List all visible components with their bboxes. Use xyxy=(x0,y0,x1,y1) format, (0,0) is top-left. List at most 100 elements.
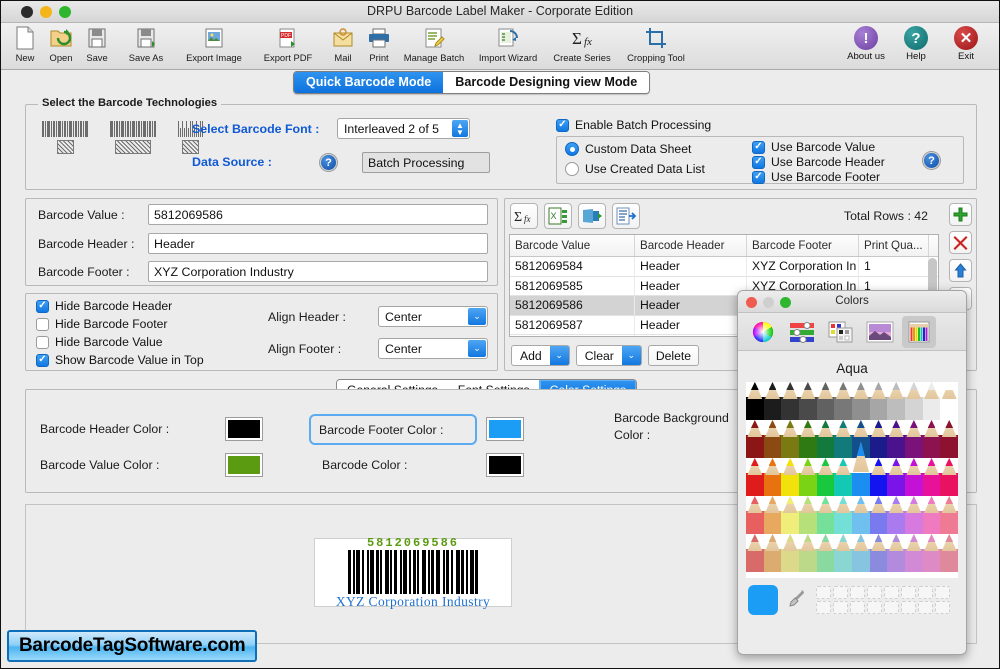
crayon-swatch[interactable] xyxy=(746,496,764,534)
hide-barcode-value-row[interactable]: Hide Barcode Value xyxy=(36,335,163,349)
align-header-select[interactable]: Center ⌄ xyxy=(378,306,488,327)
crayon-swatch[interactable] xyxy=(887,496,906,534)
chevron-down-icon[interactable]: ⌄ xyxy=(468,340,486,357)
crayon-swatch[interactable] xyxy=(905,382,923,420)
crayon-swatch[interactable] xyxy=(834,382,853,420)
crayon-swatch[interactable] xyxy=(922,420,941,458)
crayon-swatch[interactable] xyxy=(905,534,923,572)
toolbar-export-image-button[interactable]: Export Image xyxy=(177,23,251,69)
enable-batch-processing-checkbox[interactable] xyxy=(556,118,569,132)
exit-button[interactable]: ✕ Exit xyxy=(941,23,991,62)
toolbar-new-button[interactable]: New xyxy=(7,23,43,69)
crayon-swatch[interactable] xyxy=(781,382,800,420)
crayon-swatch[interactable] xyxy=(852,382,870,420)
toolbar-print-button[interactable]: Print xyxy=(361,23,397,69)
saved-swatch[interactable] xyxy=(918,601,933,614)
hide-barcode-header-checkbox[interactable] xyxy=(36,299,49,313)
crayon-swatch[interactable] xyxy=(781,496,800,534)
crayon-swatch[interactable] xyxy=(869,420,888,458)
crayon-swatch[interactable] xyxy=(816,534,835,572)
enable-batch-processing-row[interactable]: Enable Batch Processing xyxy=(556,118,711,132)
import-excel-button[interactable]: X xyxy=(544,203,572,229)
use-barcode-header-row[interactable]: Use Barcode Header xyxy=(752,155,885,169)
crayon-swatch[interactable] xyxy=(816,458,835,496)
toolbar-manage-batch-button[interactable]: Manage Batch xyxy=(397,23,471,69)
toolbar-cropping-tool-button[interactable]: Cropping Tool xyxy=(619,23,693,69)
chevron-down-icon[interactable]: ⌄ xyxy=(468,308,486,325)
toolbar-open-button[interactable]: Open xyxy=(43,23,79,69)
help-button[interactable]: ? Help xyxy=(891,23,941,62)
toolbar-mail-button[interactable]: Mail xyxy=(325,23,361,69)
custom-data-sheet-row[interactable]: Custom Data Sheet xyxy=(565,142,691,156)
barcode-label-card[interactable]: 5812069586 XYZ Corporation Industry xyxy=(314,536,512,609)
use-created-data-list-row[interactable]: Use Created Data List xyxy=(565,162,705,176)
use-barcode-footer-checkbox[interactable] xyxy=(752,170,765,184)
saved-swatch[interactable] xyxy=(833,601,848,614)
crayon-swatch[interactable] xyxy=(940,496,958,534)
show-barcode-value-in-top-checkbox[interactable] xyxy=(36,353,49,367)
crayon-swatch[interactable] xyxy=(781,420,800,458)
tab-quick-barcode-mode[interactable]: Quick Barcode Mode xyxy=(294,72,444,93)
chevron-down-icon[interactable]: ⌄ xyxy=(549,346,569,365)
crayon-swatch[interactable] xyxy=(816,382,835,420)
crayon-swatch[interactable] xyxy=(922,534,941,572)
barcode-font-select[interactable]: Interleaved 2 of 5 ▲ ▼ xyxy=(337,118,470,139)
crayon-swatch[interactable] xyxy=(816,496,835,534)
crayon-swatch[interactable] xyxy=(834,458,853,496)
hide-barcode-footer-row[interactable]: Hide Barcode Footer xyxy=(36,317,167,331)
tab-barcode-designing-view-mode[interactable]: Barcode Designing view Mode xyxy=(443,72,650,93)
crayon-swatch[interactable] xyxy=(763,496,782,534)
column-header-barcode-value[interactable]: Barcode Value xyxy=(510,235,635,256)
saved-swatch[interactable] xyxy=(867,586,882,599)
saved-swatch[interactable] xyxy=(816,601,831,614)
custom-data-sheet-radio[interactable] xyxy=(565,142,579,156)
crayon-swatch[interactable] xyxy=(799,420,817,458)
crayon-swatch[interactable] xyxy=(781,458,800,496)
crayon-swatch[interactable] xyxy=(905,420,923,458)
column-header-print-quantity[interactable]: Print Qua... xyxy=(859,235,929,256)
crayons-tab[interactable] xyxy=(902,315,936,348)
barcode-header-color-swatch[interactable] xyxy=(226,418,262,440)
table-vertical-scrollbar[interactable] xyxy=(928,258,937,294)
toolbar-import-wizard-button[interactable]: Import Wizard xyxy=(471,23,545,69)
crayon-swatch[interactable] xyxy=(834,420,853,458)
barcode-value-color-swatch[interactable] xyxy=(226,454,262,476)
colors-panel[interactable]: Colors Aqua xyxy=(737,290,967,655)
hide-barcode-header-row[interactable]: Hide Barcode Header xyxy=(36,299,172,313)
crayon-swatch[interactable] xyxy=(834,534,853,572)
color-sliders-tab[interactable] xyxy=(785,316,819,348)
saved-swatch[interactable] xyxy=(833,586,848,599)
current-color-well[interactable] xyxy=(748,585,778,615)
saved-swatch[interactable] xyxy=(816,586,831,599)
crayon-swatch[interactable] xyxy=(940,458,958,496)
crayon-swatch[interactable] xyxy=(746,458,764,496)
delete-row-icon-button[interactable] xyxy=(949,231,972,254)
saved-swatch[interactable] xyxy=(850,601,865,614)
barcode-header-input[interactable]: Header xyxy=(148,233,488,254)
crayon-swatch[interactable] xyxy=(905,458,923,496)
crayon-swatch[interactable] xyxy=(940,420,958,458)
crayon-swatch[interactable] xyxy=(746,382,764,420)
saved-swatch[interactable] xyxy=(935,601,950,614)
saved-swatch[interactable] xyxy=(935,586,950,599)
use-barcode-header-checkbox[interactable] xyxy=(752,155,765,169)
saved-swatch[interactable] xyxy=(850,586,865,599)
crayon-swatch[interactable] xyxy=(940,534,958,572)
toolbar-export-pdf-button[interactable]: PDF Export PDF xyxy=(251,23,325,69)
saved-swatch[interactable] xyxy=(901,601,916,614)
eyedropper-button[interactable] xyxy=(788,588,806,613)
crayon-swatch[interactable] xyxy=(869,534,888,572)
crayon-swatch-aqua-selected[interactable] xyxy=(852,442,870,496)
saved-swatches[interactable] xyxy=(816,586,950,614)
hide-barcode-footer-checkbox[interactable] xyxy=(36,317,49,331)
crayon-swatch[interactable] xyxy=(887,458,906,496)
crayon-swatch[interactable] xyxy=(887,534,906,572)
crayon-swatch[interactable] xyxy=(781,534,800,572)
crayon-swatch[interactable] xyxy=(763,458,782,496)
toolbar-save-button[interactable]: Save xyxy=(79,23,115,69)
move-up-button[interactable] xyxy=(949,259,972,282)
toolbar-create-series-button[interactable]: Σfx Create Series xyxy=(545,23,619,69)
crayon-swatch[interactable] xyxy=(905,496,923,534)
saved-swatch[interactable] xyxy=(867,601,882,614)
about-us-button[interactable]: ! About us xyxy=(841,23,891,62)
